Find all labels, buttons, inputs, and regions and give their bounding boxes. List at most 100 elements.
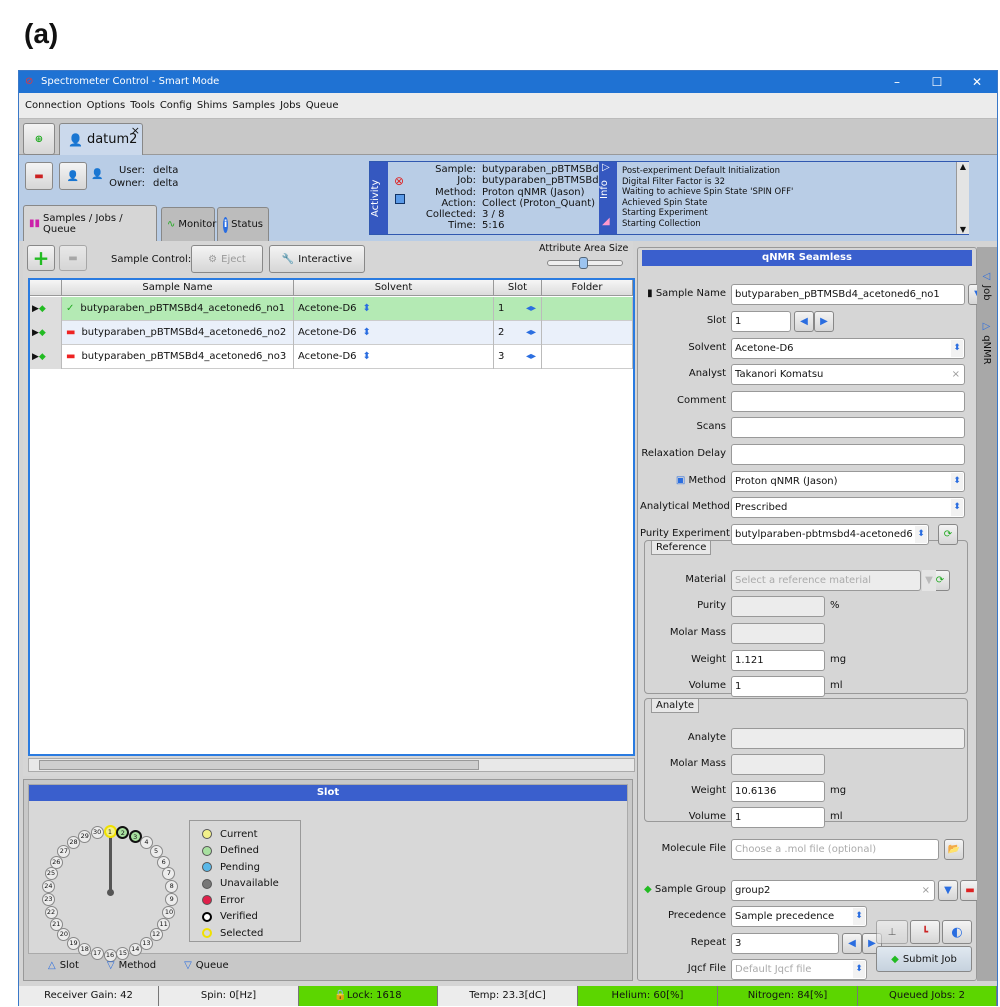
sample-name-field[interactable]: butyparaben_pBTMSBd4_acetoned6_no1 [731,284,965,305]
slot-29[interactable]: 29 [78,829,92,843]
tab-monitor[interactable]: ∿ Monitor [161,207,216,241]
menu-samples[interactable]: Samples [232,100,275,111]
molecule-file-field[interactable]: Choose a .mol file (optional) [731,839,939,860]
slot-cell[interactable]: 3 ◂▸ [494,345,542,369]
slot-9[interactable]: 9 [165,892,179,906]
spinner-icon[interactable]: ⬍ [951,340,963,357]
slot-24[interactable]: 24 [41,880,55,894]
spinner-icon[interactable]: ⬍ [363,303,371,314]
side-tab-qnmr[interactable]: ▷ qNMR [981,321,992,365]
slot-1[interactable]: 1 [103,824,117,838]
browse-file-button[interactable]: 📂 [944,839,964,860]
minimize-button[interactable]: – [877,71,917,93]
eraser-icon[interactable]: ◢ [602,216,610,227]
abort-icon[interactable]: ⊗ [394,174,404,188]
column-sample-name[interactable]: Sample Name [62,280,294,296]
slot-arrows-icon[interactable]: ◂▸ [526,327,536,338]
jqcf-file-field[interactable]: Default Jqcf file ⬍ [731,959,867,980]
row-header[interactable]: ▶◆ [30,345,62,369]
new-session-button[interactable]: ⊕ [23,123,55,155]
row-header[interactable]: ▶◆ [30,297,62,321]
molar-mass-field[interactable] [731,754,825,775]
tab-samples-jobs-queue[interactable]: ▮▮ Samples / Jobs / Queue [23,205,157,241]
menu-options[interactable]: Options [87,100,126,111]
folder-cell[interactable] [542,345,633,369]
material-field[interactable]: Select a reference material [731,570,921,591]
analyte-field[interactable] [731,728,965,749]
eject-button[interactable]: ⚙ Eject [191,245,263,273]
stop-icon[interactable] [395,194,405,204]
spinner-icon[interactable]: ⬍ [363,351,371,362]
column-solvent[interactable]: Solvent [294,280,494,296]
weight-field[interactable]: 1.121 [731,650,825,671]
add-sample-button[interactable]: + [27,245,55,271]
decrement-button[interactable]: ◀ [794,311,814,332]
scans-field[interactable] [731,417,965,438]
purity-experiment-field[interactable]: butylparaben-pbtmsbd4-acetoned6 ⬍ [731,524,929,545]
horizontal-scrollbar[interactable] [28,758,635,772]
expand-icon[interactable]: ▶ [32,328,39,338]
slot-21[interactable]: 21 [49,917,63,931]
clear-icon[interactable]: × [922,881,930,900]
purity-field[interactable] [731,596,825,617]
volume-field[interactable]: 1 [731,807,825,828]
attribute-size-slider[interactable] [547,257,623,269]
user-button[interactable]: 👤 [59,162,87,190]
solvent-cell[interactable]: Acetone-D6 ⬍ [294,321,494,345]
slot-arrows-icon[interactable]: ◂▸ [526,303,536,314]
dropdown-icon[interactable]: ▼ [922,570,936,591]
spinner-icon[interactable]: ⬍ [951,499,963,516]
slot-23[interactable]: 23 [41,892,55,906]
submit-job-button[interactable]: ◆ Submit Job [876,946,972,972]
link-slot[interactable]: △ Slot [48,960,79,971]
slot-25[interactable]: 25 [44,867,58,881]
row-header[interactable]: ▶◆ [30,321,62,345]
refresh-button[interactable]: ⟳ [938,524,958,545]
menu-jobs[interactable]: Jobs [280,100,301,111]
slot-14[interactable]: 14 [128,943,142,957]
sample-name-cell[interactable]: ▬ butyparaben_pBTMSBd4_acetoned6_no3 [62,345,294,369]
slot-18[interactable]: 18 [78,943,92,957]
analytical-method-field[interactable]: Prescribed ⬍ [731,497,965,518]
table-row[interactable]: ▶◆ ▬ butyparaben_pBTMSBd4_acetoned6_no2 Ace… [30,321,633,345]
menu-queue[interactable]: Queue [306,100,339,111]
tube-remove-button[interactable]: ┗ [910,920,940,944]
slot-22[interactable]: 22 [44,905,58,919]
slot-30[interactable]: 30 [90,825,104,839]
spinner-icon[interactable]: ⬍ [951,473,963,490]
slot-cell[interactable]: 2 ◂▸ [494,321,542,345]
slot-8[interactable]: 8 [165,880,179,894]
link-queue[interactable]: ▽ Queue [184,960,229,971]
sample-group-field[interactable]: group2 × [731,880,935,901]
solvent-cell[interactable]: Acetone-D6 ⬍ [294,297,494,321]
tab-close-icon[interactable]: × [131,124,140,137]
scroll-down-icon[interactable]: ▼ [957,225,969,234]
expand-icon[interactable]: ▶ [32,352,39,362]
dropdown-button[interactable]: ▼ [938,880,958,901]
scrollbar-thumb[interactable] [39,760,479,770]
slot-cell[interactable]: 1 ◂▸ [494,297,542,321]
analyst-field[interactable]: Takanori Komatsu × [731,364,965,385]
volume-field[interactable]: 1 [731,676,825,697]
slot-7[interactable]: 7 [162,867,176,881]
decrement-button[interactable]: ◀ [842,933,862,954]
maximize-button[interactable]: ☐ [917,71,957,93]
table-row[interactable]: ▶◆ ✓ butyparaben_pBTMSBd4_acetoned6_no1 Ace… [30,297,633,321]
rewind-button[interactable]: ◐ [942,920,972,944]
relaxation-delay-field[interactable] [731,444,965,465]
spinner-icon[interactable]: ⬍ [363,327,371,338]
increment-button[interactable]: ▶ [814,311,834,332]
folder-cell[interactable] [542,321,633,345]
spinner-icon[interactable]: ⬍ [915,526,927,543]
sample-name-cell[interactable]: ✓ butyparaben_pBTMSBd4_acetoned6_no1 [62,297,294,321]
menu-tools[interactable]: Tools [130,100,155,111]
expand-icon[interactable]: ▶ [32,304,39,314]
spinner-icon[interactable]: ⬍ [853,908,865,925]
folder-cell[interactable] [542,297,633,321]
tube-add-button[interactable]: ⊥ [876,920,908,944]
repeat-field[interactable]: 3 [731,933,839,954]
slider-thumb[interactable] [578,257,588,269]
info-scrollbar[interactable]: ▲ ▼ [956,162,969,234]
tab-datum2[interactable]: 👤 datum2 × [59,123,143,155]
slot-arrows-icon[interactable]: ◂▸ [526,351,536,362]
